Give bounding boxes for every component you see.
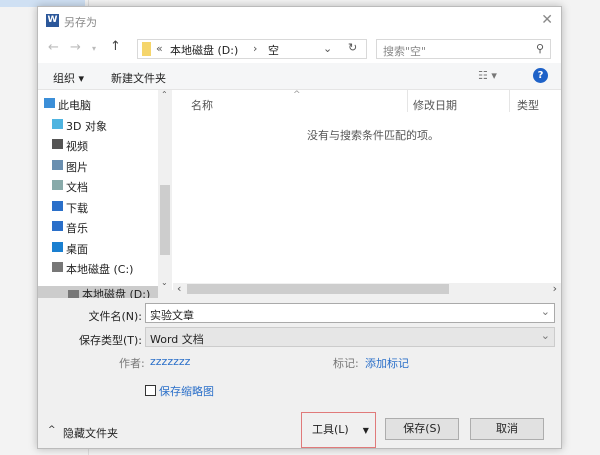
folder-icon <box>142 42 151 56</box>
tools-label: 工具(L) <box>312 423 349 436</box>
navigation-pane: 此电脑 3D 对象视频图片文档下载音乐桌面本地磁盘 (C:) 本地磁盘 (D:) ⌃… <box>38 90 173 298</box>
chevron-down-icon[interactable]: ⌄ <box>323 42 332 55</box>
nav-item[interactable]: 3D 对象 <box>52 118 107 134</box>
word-icon: W <box>46 14 59 27</box>
nav-item-label: 桌面 <box>66 242 88 256</box>
author-label: 作者: <box>119 357 145 370</box>
nav-item[interactable]: 下载 <box>52 200 88 216</box>
nav-item-label: 此电脑 <box>58 99 91 112</box>
desktop-icon <box>52 241 63 252</box>
nav-item-label: 本地磁盘 (C:) <box>66 263 134 276</box>
recent-chevron-icon[interactable]: ▾ <box>92 44 96 53</box>
document-icon <box>52 180 63 190</box>
nav-item[interactable]: 本地磁盘 (D:) <box>38 286 158 298</box>
nav-item-label: 下载 <box>66 201 88 215</box>
save-thumbnail-checkbox[interactable] <box>145 385 156 396</box>
chevron-down-icon[interactable]: ⌄ <box>541 329 550 342</box>
close-icon[interactable]: ✕ <box>541 12 553 28</box>
chevron-down-icon[interactable]: ⌄ <box>541 305 550 318</box>
column-name[interactable]: 名称 <box>191 97 213 113</box>
download-icon <box>52 200 63 211</box>
music-icon <box>52 221 63 231</box>
nav-item[interactable]: 桌面 <box>52 241 88 257</box>
sort-ascending-icon: ^ <box>293 90 301 100</box>
filename-value: 实验文章 <box>150 309 194 322</box>
computer-icon <box>44 98 55 108</box>
save-button[interactable]: 保存(S) <box>385 418 459 440</box>
column-type[interactable]: 类型 <box>517 97 539 113</box>
drive-icon <box>52 262 63 272</box>
nav-item-label: 图片 <box>66 160 88 174</box>
filename-label: 文件名(N): <box>88 310 142 323</box>
scroll-thumb[interactable] <box>160 185 170 255</box>
save-type-label: 保存类型(T): <box>78 334 142 347</box>
nav-item[interactable]: 图片 <box>52 159 88 175</box>
breadcrumb-separator-icon: › <box>253 42 258 55</box>
scroll-up-icon[interactable]: ⌃ <box>161 90 168 99</box>
search-icon: ⚲ <box>535 42 544 55</box>
up-icon[interactable]: ↑ <box>110 39 121 54</box>
cube-icon <box>52 118 63 129</box>
navigation-bar: ← → ▾ ↑ « 本地磁盘 (D:) › 空 ⌄ ↻ 搜索"空" ⚲ <box>38 35 561 63</box>
drive-icon <box>68 290 79 298</box>
refresh-icon[interactable]: ↻ <box>348 41 357 54</box>
video-icon <box>52 139 63 149</box>
help-icon[interactable]: ? <box>533 68 548 83</box>
add-tags-link[interactable]: 添加标记 <box>365 355 409 371</box>
empty-message: 没有与搜索条件匹配的项。 <box>307 129 439 142</box>
nav-item-label: 视频 <box>66 140 88 153</box>
view-options-icon[interactable]: ☷ ▾ <box>478 69 497 82</box>
save-type-value: Word 文档 <box>150 333 204 346</box>
title-bar: W 另存为 ✕ <box>38 7 561 35</box>
save-type-select[interactable]: Word 文档 ⌄ <box>145 327 555 347</box>
author-value[interactable]: zzzzzzz <box>150 355 190 368</box>
scroll-down-icon[interactable]: ⌄ <box>161 278 168 287</box>
file-list: 名称 ^ 修改日期 类型 没有与搜索条件匹配的项。 <box>173 90 561 283</box>
new-folder-button[interactable]: 新建文件夹 <box>111 70 166 86</box>
hide-folders-button[interactable]: 隐藏文件夹 <box>63 425 118 441</box>
organize-button[interactable]: 组织 ▾ <box>53 70 84 86</box>
dialog-title: 另存为 <box>64 16 97 29</box>
nav-item[interactable]: 视频 <box>52 138 88 154</box>
forward-icon[interactable]: → <box>70 40 81 55</box>
breadcrumb-drive[interactable]: 本地磁盘 (D:) <box>170 42 238 58</box>
breadcrumb-folder[interactable]: 空 <box>268 42 279 58</box>
column-date[interactable]: 修改日期 <box>413 97 457 113</box>
search-placeholder: 搜索"空" <box>383 45 427 58</box>
toolbar: 组织 ▾ 新建文件夹 ☷ ▾ ? <box>38 63 561 90</box>
back-icon[interactable]: ← <box>48 40 59 55</box>
nav-item[interactable]: 音乐 <box>52 220 88 236</box>
save-as-dialog: W 另存为 ✕ ← → ▾ ↑ « 本地磁盘 (D:) › 空 ⌄ ↻ 搜索"空… <box>37 6 562 449</box>
nav-item-label: 3D 对象 <box>66 119 107 133</box>
cancel-button[interactable]: 取消 <box>470 418 544 440</box>
nav-item[interactable]: 文档 <box>52 179 88 195</box>
address-overflow[interactable]: « <box>156 42 163 55</box>
nav-item-label: 文档 <box>66 181 88 194</box>
scroll-left-icon[interactable]: ‹ <box>177 282 181 295</box>
chevron-up-icon[interactable]: ^ <box>48 425 56 435</box>
address-bar[interactable]: « 本地磁盘 (D:) › 空 ⌄ ↻ <box>137 39 367 59</box>
hscroll-thumb[interactable] <box>187 284 449 294</box>
save-thumbnail-label[interactable]: 保存缩略图 <box>159 383 214 399</box>
nav-item[interactable]: 本地磁盘 (C:) <box>52 261 134 277</box>
picture-icon <box>52 159 63 170</box>
nav-item-label: 本地磁盘 (D:) <box>82 288 151 298</box>
tags-label: 标记: <box>333 357 359 370</box>
dropdown-arrow-icon: ▼ <box>362 426 369 435</box>
scroll-right-icon[interactable]: › <box>553 282 557 295</box>
horizontal-scrollbar[interactable]: ‹ › <box>173 282 561 295</box>
nav-item-label: 音乐 <box>66 222 88 235</box>
tools-button[interactable]: 工具(L) ▼ <box>312 419 377 441</box>
search-input[interactable]: 搜索"空" ⚲ <box>376 39 551 59</box>
filename-input[interactable]: 实验文章 ⌄ <box>145 303 555 323</box>
nav-scrollbar[interactable]: ⌃ ⌄ <box>158 90 172 290</box>
nav-item[interactable]: 此电脑 <box>44 97 91 113</box>
